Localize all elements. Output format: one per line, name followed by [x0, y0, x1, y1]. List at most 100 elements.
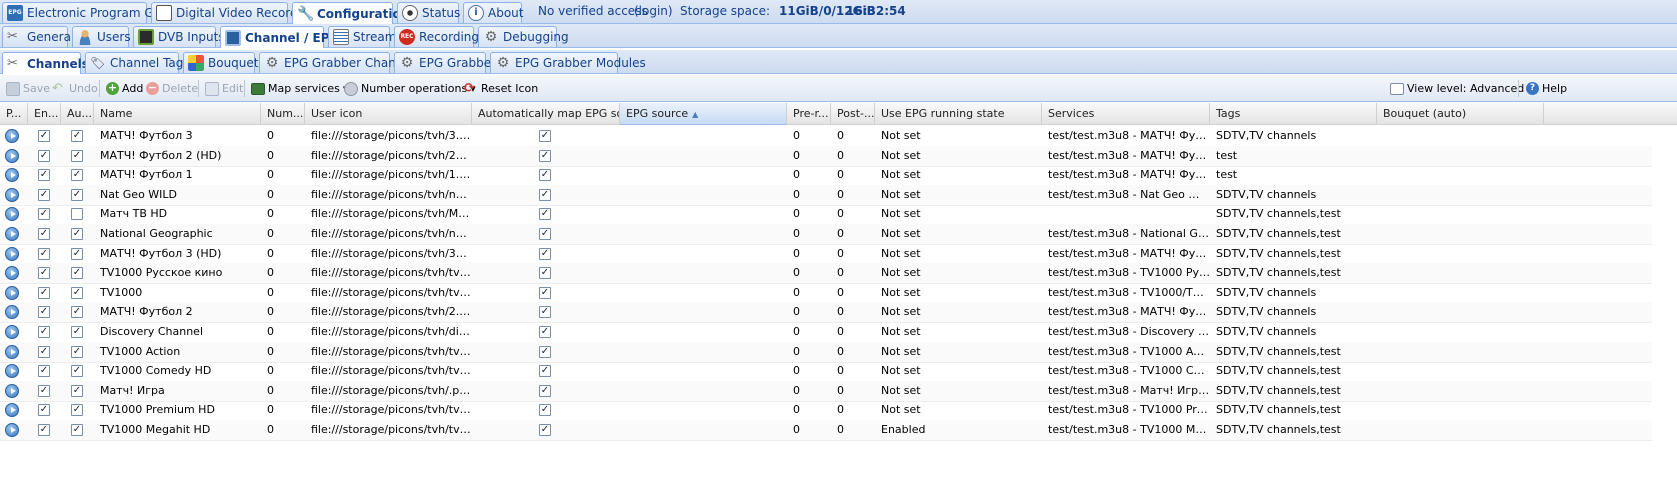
play-icon[interactable] [5, 187, 19, 202]
tags[interactable]: SDTV,TV channels [1210, 302, 1377, 322]
channel-number[interactable]: 0 [261, 302, 305, 322]
automap-checkbox[interactable]: ✓ [539, 228, 551, 240]
epg-running-state[interactable]: Not set [875, 244, 1042, 264]
auto-checkbox[interactable]: ✓ [71, 149, 83, 162]
tags[interactable]: SDTV,TV channels,test [1210, 342, 1377, 362]
col-tags[interactable]: Tags [1210, 103, 1377, 125]
post-record[interactable]: 0 [831, 185, 875, 205]
tab-channels[interactable]: ✂ Channels [2, 52, 89, 74]
services[interactable]: test/test.m3u8 - Nat Geo WILD/N... [1042, 185, 1210, 205]
tab-dvr[interactable]: Digital Video Recorder [151, 2, 310, 23]
user-icon-path[interactable]: file:///storage/picons/tvh/.png [305, 381, 472, 401]
enabled-checkbox[interactable]: ✓ [38, 247, 50, 260]
automap-checkbox[interactable]: ✓ [539, 286, 551, 299]
col-name[interactable]: Name [94, 103, 261, 125]
play-icon[interactable] [5, 168, 19, 183]
enabled-checkbox[interactable]: ✓ [38, 149, 50, 162]
tab-bouquets[interactable]: Bouquets [183, 52, 265, 73]
enabled-checkbox[interactable]: ✓ [38, 228, 50, 240]
pre-record[interactable]: 0 [787, 302, 831, 322]
user-icon-path[interactable]: file:///storage/picons/tvh/3.png [305, 126, 472, 146]
enabled-checkbox[interactable]: ✓ [38, 384, 50, 397]
col-number[interactable]: Num... [261, 103, 305, 125]
play-icon[interactable] [5, 207, 19, 222]
channel-name[interactable]: Матч! Игра [94, 381, 261, 401]
col-pre-record[interactable]: Pre-r... [787, 103, 831, 125]
tab-channel-epg[interactable]: Channel / EPG [220, 26, 339, 48]
tags[interactable]: SDTV,TV channels [1210, 185, 1377, 205]
view-level-button[interactable]: View level: Advanced ▼ [1390, 79, 1533, 98]
automap-checkbox[interactable]: ✓ [539, 326, 551, 338]
table-row[interactable]: ✓ ✓ Discovery Channel 0 file:///storage/… [0, 322, 1652, 343]
table-row[interactable]: ✓ ✓ TV1000 Русское кино 0 file:///storag… [0, 263, 1652, 285]
user-icon-path[interactable]: file:///storage/picons/tvh/discove... [305, 322, 472, 342]
play-icon[interactable] [5, 129, 19, 143]
enabled-checkbox[interactable]: ✓ [38, 188, 50, 201]
enabled-checkbox[interactable]: ✓ [38, 326, 50, 338]
channel-name[interactable]: МАТЧ! Футбол 3 [94, 126, 261, 146]
epg-running-state[interactable]: Not set [875, 322, 1042, 342]
services[interactable]: test/test.m3u8 - TV1000 Comed... [1042, 361, 1210, 381]
epg-running-state[interactable]: Not set [875, 400, 1042, 420]
channel-number[interactable]: 0 [261, 185, 305, 205]
table-row[interactable]: ✓ ✓ TV1000 Premium HD 0 file:///storage/… [0, 400, 1652, 422]
channel-name[interactable]: МАТЧ! Футбол 1 [94, 165, 261, 185]
tab-epg-grabber[interactable]: ⚙ EPG Grabber [394, 52, 496, 73]
table-row[interactable]: ✓ ✓ Nat Geo WILD 0 file:///storage/picon… [0, 184, 1652, 206]
channel-name[interactable]: TV1000 Comedy HD [94, 361, 261, 381]
play-icon[interactable] [5, 344, 19, 359]
services[interactable]: test/test.m3u8 - МАТЧ! Футбол 1... [1042, 165, 1210, 185]
channel-name[interactable]: МАТЧ! Футбол 2 [94, 302, 261, 322]
play-icon[interactable] [5, 285, 19, 300]
table-row[interactable]: ✓ ✓ МАТЧ! Футбол 2 (HD) 0 file:///storag… [0, 145, 1652, 167]
channel-name[interactable]: МАТЧ! Футбол 3 (HD) [94, 244, 261, 264]
automap-checkbox[interactable]: ✓ [539, 247, 551, 260]
tags[interactable]: SDTV,TV channels,test [1210, 204, 1377, 224]
automap-checkbox[interactable]: ✓ [539, 267, 551, 280]
channel-number[interactable]: 0 [261, 204, 305, 224]
tab-configuration[interactable]: 🔧 Configuration [292, 2, 409, 24]
col-enabled[interactable]: En... [28, 103, 61, 125]
tags[interactable]: test [1210, 146, 1377, 166]
automap-checkbox[interactable]: ✓ [539, 384, 551, 397]
channel-number[interactable]: 0 [261, 244, 305, 264]
enabled-checkbox[interactable]: ✓ [38, 365, 50, 378]
pre-record[interactable]: 0 [787, 126, 831, 146]
enabled-checkbox[interactable]: ✓ [38, 130, 50, 142]
enabled-checkbox[interactable]: ✓ [38, 424, 50, 436]
enabled-checkbox[interactable]: ✓ [38, 286, 50, 299]
automap-checkbox[interactable]: ✓ [539, 188, 551, 201]
channel-number[interactable]: 0 [261, 146, 305, 166]
services[interactable]: test/test.m3u8 - TV1000 Русско... [1042, 263, 1210, 283]
tags[interactable]: SDTV,TV channels,test [1210, 244, 1377, 264]
epg-running-state[interactable]: Not set [875, 361, 1042, 381]
tags[interactable]: SDTV,TV channels,test [1210, 381, 1377, 401]
play-icon[interactable] [5, 364, 19, 379]
reset-icon-button[interactable]: ⟳ Reset Icon [464, 79, 538, 98]
col-user-icon[interactable]: User icon [305, 103, 472, 125]
channel-number[interactable]: 0 [261, 224, 305, 244]
pre-record[interactable]: 0 [787, 381, 831, 401]
user-icon-path[interactable]: file:///storage/picons/tvh/2hd.png [305, 146, 472, 166]
services[interactable]: test/test.m3u8 - МАТЧ! Футбол 2... [1042, 146, 1210, 166]
auto-checkbox[interactable]: ✓ [71, 326, 83, 338]
pre-record[interactable]: 0 [787, 165, 831, 185]
post-record[interactable]: 0 [831, 126, 875, 146]
table-row[interactable]: ✓ ✓ TV1000 Comedy HD 0 file:///storage/p… [0, 361, 1652, 383]
play-icon[interactable] [5, 148, 19, 163]
tags[interactable]: SDTV,TV channels,test [1210, 263, 1377, 283]
channel-number[interactable]: 0 [261, 381, 305, 401]
automap-checkbox[interactable]: ✓ [539, 365, 551, 378]
services[interactable]: test/test.m3u8 - TV1000/TV1000 [1042, 283, 1210, 303]
channel-name[interactable]: Discovery Channel [94, 322, 261, 342]
play-icon[interactable] [5, 383, 19, 398]
post-record[interactable]: 0 [831, 204, 875, 224]
services[interactable]: test/test.m3u8 - National Geogra... [1042, 224, 1210, 244]
tab-stream[interactable]: Stream [328, 26, 396, 47]
tags[interactable]: SDTV,TV channels,test [1210, 361, 1377, 381]
post-record[interactable]: 0 [831, 302, 875, 322]
channel-name[interactable]: Nat Geo WILD [94, 185, 261, 205]
tab-debugging[interactable]: ⚙ Debugging [478, 26, 569, 47]
col-automap-epg[interactable]: Automatically map EPG sou... [472, 103, 620, 125]
play-icon[interactable] [5, 325, 19, 339]
